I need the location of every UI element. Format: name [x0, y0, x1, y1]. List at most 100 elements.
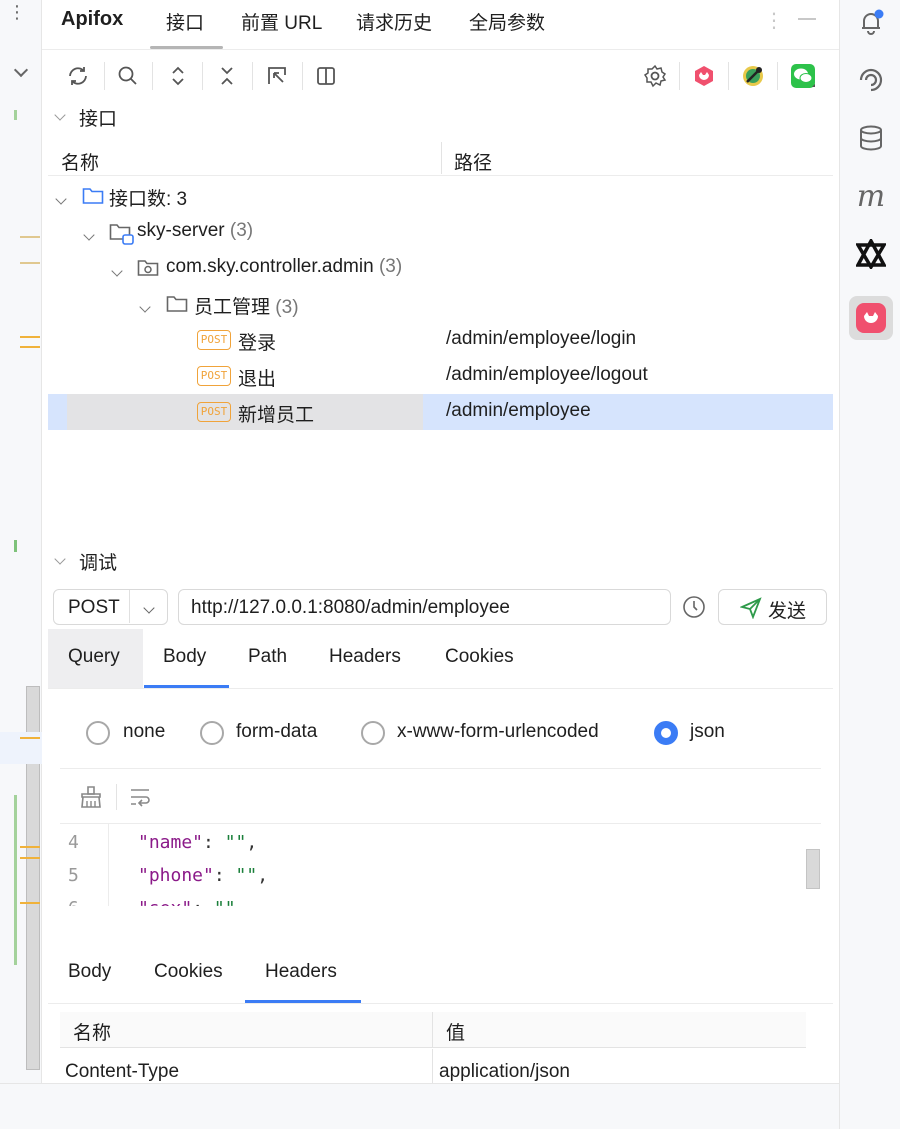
tab-body[interactable]: Body — [163, 646, 206, 668]
endpoint-name: 新增员工 — [238, 405, 315, 426]
tab-api[interactable]: 接口 — [166, 8, 204, 35]
chevron-down-icon[interactable] — [13, 62, 29, 80]
response-tab-headers[interactable]: Headers — [265, 961, 337, 983]
endpoint-row[interactable]: POST 退出 /admin/employee/logout — [48, 358, 833, 394]
json-comma: , — [246, 832, 258, 853]
table-header-row: 名称 值 — [60, 1012, 806, 1048]
column-header-name: 名称 — [73, 1023, 112, 1044]
method-select[interactable]: POST — [53, 589, 168, 625]
api-count-label: 接口数: 3 — [109, 189, 188, 210]
radio-form-data-label[interactable]: form-data — [236, 721, 317, 743]
radio-json-label[interactable]: json — [690, 721, 725, 743]
radio-urlencoded[interactable] — [361, 721, 385, 745]
chevron-down-icon — [54, 550, 66, 568]
column-divider — [441, 142, 442, 174]
top-tab-bar: Apifox 接口 前置 URL 请求历史 全局参数 ⋮ — [42, 0, 839, 50]
toolbar-divider — [116, 784, 117, 810]
wechat-icon[interactable] — [787, 60, 819, 92]
response-tab-body[interactable]: Body — [68, 961, 111, 983]
refresh-icon[interactable] — [62, 60, 94, 92]
chevron-down-icon — [55, 187, 67, 209]
tab-path[interactable]: Path — [248, 646, 287, 668]
header-name-cell: Content-Type — [65, 1061, 180, 1082]
column-path[interactable]: 路径 — [454, 148, 492, 175]
swirl-icon[interactable] — [849, 58, 893, 102]
radio-form-data[interactable] — [200, 721, 224, 745]
editor-line-gutter-divider — [108, 824, 109, 906]
package-count: (3) — [378, 256, 403, 277]
line-number: 5 — [68, 865, 79, 886]
toolbar-divider — [679, 62, 680, 90]
toolbar-divider — [252, 62, 253, 90]
json-key: "name" — [138, 832, 204, 853]
endpoint-name: 登录 — [238, 333, 277, 354]
toolbar-divider — [777, 62, 778, 90]
folder-count: (3) — [275, 297, 299, 318]
more-options-icon[interactable]: ⋮ — [764, 8, 784, 33]
endpoint-row[interactable]: POST 登录 /admin/employee/login — [48, 322, 833, 358]
database-icon[interactable] — [849, 116, 893, 160]
plugin-icon[interactable] — [737, 60, 769, 92]
module-folder-icon — [109, 222, 135, 252]
post-method-badge: POST — [197, 402, 231, 422]
expand-all-icon[interactable] — [162, 60, 194, 92]
tab-query[interactable]: Query — [68, 646, 120, 668]
radio-json[interactable] — [654, 721, 678, 745]
radio-none-label[interactable]: none — [123, 721, 165, 743]
json-value: "" — [235, 865, 258, 886]
tab-request-history[interactable]: 请求历史 — [356, 8, 432, 35]
json-code-editor[interactable]: 4 "name": "", 5 "phone": "", 6 "sex": "" — [60, 823, 821, 906]
chevron-down-icon — [111, 259, 123, 281]
settings-icon[interactable] — [639, 60, 671, 92]
split-view-icon[interactable] — [310, 60, 342, 92]
response-tab-cookies[interactable]: Cookies — [154, 961, 223, 983]
debug-section-header[interactable]: 调试 — [48, 546, 833, 576]
editor-scrollbar-thumb[interactable] — [806, 849, 820, 889]
collapse-all-icon[interactable] — [211, 60, 243, 92]
url-input[interactable]: http://127.0.0.1:8080/admin/employee — [178, 589, 671, 625]
toolbar-divider — [728, 62, 729, 90]
notification-bell-icon[interactable] — [849, 0, 893, 44]
history-clock-icon[interactable] — [682, 595, 706, 624]
column-name[interactable]: 名称 — [61, 148, 99, 175]
radio-urlencoded-label[interactable]: x-www-form-urlencoded — [397, 721, 599, 743]
plugin-logo-icon[interactable] — [849, 232, 893, 276]
locate-icon[interactable] — [261, 60, 293, 92]
active-tab-indicator — [150, 46, 223, 49]
search-icon[interactable] — [112, 60, 144, 92]
apifox-brand-icon[interactable] — [688, 60, 720, 92]
tab-cookies[interactable]: Cookies — [445, 646, 514, 668]
chevron-down-icon — [54, 106, 66, 124]
more-options-icon[interactable]: ⋮ — [8, 3, 26, 32]
tree-column-header: 名称 路径 — [48, 140, 833, 176]
folder-icon — [166, 294, 188, 320]
endpoint-row-selected[interactable]: POST 新增员工 /admin/employee — [48, 394, 833, 430]
tree-package-row[interactable]: com.sky.controller.admin (3) — [48, 250, 833, 286]
radio-none[interactable] — [86, 721, 110, 745]
column-header-value: 值 — [446, 1023, 466, 1044]
post-method-badge: POST — [197, 330, 231, 350]
tab-headers[interactable]: Headers — [329, 646, 401, 668]
minimize-icon[interactable] — [798, 18, 816, 20]
tree-root-row[interactable]: 接口数: 3 — [48, 178, 833, 214]
tab-global-params[interactable]: 全局参数 — [469, 8, 545, 35]
toolbar-divider — [202, 62, 203, 90]
apifox-sidebar-icon[interactable] — [849, 296, 893, 340]
send-label: 发送 — [768, 601, 807, 622]
column-divider — [432, 1049, 433, 1083]
body-divider — [60, 768, 821, 769]
chevron-down-icon — [83, 223, 95, 245]
gutter-change-marker — [20, 236, 40, 238]
line-number: 4 — [68, 832, 79, 853]
api-section-header[interactable]: 接口 — [48, 102, 833, 132]
maven-icon[interactable]: m — [849, 174, 893, 218]
clear-broom-icon[interactable] — [78, 784, 104, 815]
tree-folder-row[interactable]: 员工管理 (3) — [48, 286, 833, 322]
word-wrap-icon[interactable] — [128, 786, 152, 813]
send-button[interactable]: 发送 — [718, 589, 827, 625]
right-tool-sidebar: m — [839, 0, 900, 1129]
tree-module-row[interactable]: sky-server (3) — [48, 214, 833, 250]
response-tab-bar: Body Cookies Headers — [48, 944, 833, 1004]
chevron-down-icon — [143, 599, 155, 617]
tab-prefix-url[interactable]: 前置 URL — [241, 8, 322, 35]
